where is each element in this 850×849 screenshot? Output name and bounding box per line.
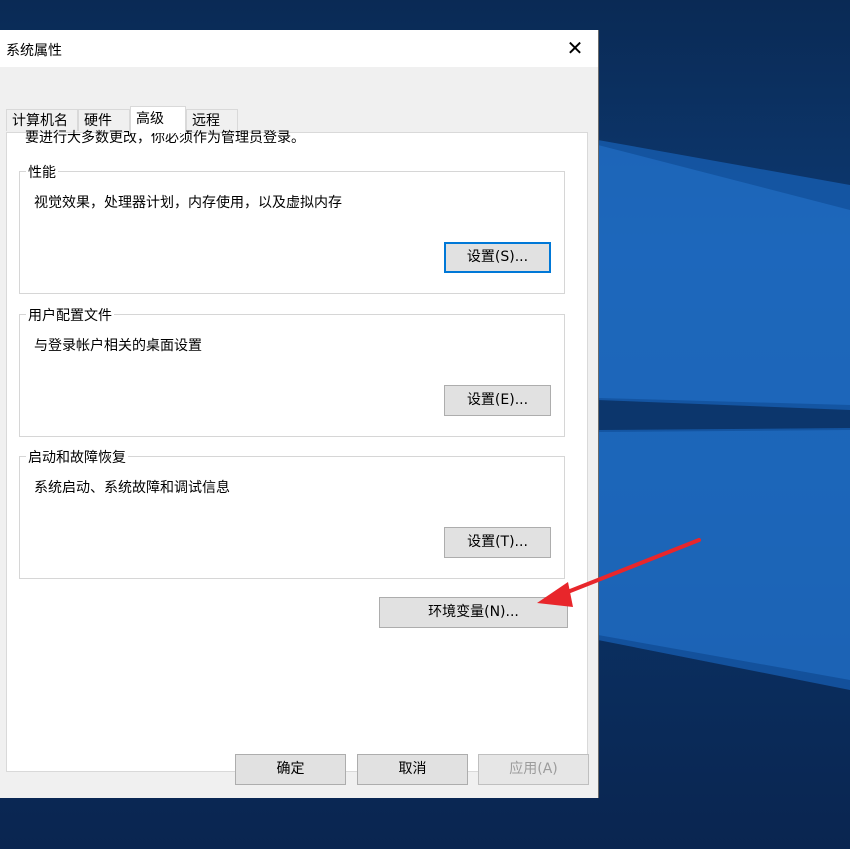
title-bar: 系统属性 ✕ — [0, 30, 598, 67]
close-icon[interactable]: ✕ — [552, 30, 598, 67]
startup-recovery-title: 启动和故障恢复 — [26, 447, 128, 467]
tab-strip: 计算机名 硬件 高级 远程 — [0, 67, 598, 133]
cancel-button[interactable]: 取消 — [357, 754, 468, 785]
window-title: 系统属性 — [6, 43, 62, 59]
user-profiles-title: 用户配置文件 — [26, 305, 114, 325]
apply-button[interactable]: 应用(A) — [478, 754, 589, 785]
environment-variables-button[interactable]: 环境变量(N)... — [379, 597, 568, 628]
user-profiles-group: 用户配置文件 与登录帐户相关的桌面设置 设置(E)... — [19, 305, 565, 437]
startup-recovery-group: 启动和故障恢复 系统启动、系统故障和调试信息 设置(T)... — [19, 447, 565, 579]
performance-settings-button[interactable]: 设置(S)... — [444, 242, 551, 273]
performance-desc: 视觉效果，处理器计划，内存使用，以及虚拟内存 — [34, 195, 342, 211]
ok-button[interactable]: 确定 — [235, 754, 346, 785]
tab-advanced[interactable]: 高级 — [130, 106, 186, 133]
user-profiles-settings-button[interactable]: 设置(E)... — [444, 385, 551, 416]
performance-group: 性能 视觉效果，处理器计划，内存使用，以及虚拟内存 设置(S)... — [19, 162, 565, 294]
system-properties-dialog: 系统属性 ✕ 计算机名 硬件 高级 远程 要进行大多数更改，你必须作为管理员登录… — [0, 30, 599, 798]
user-profiles-desc: 与登录帐户相关的桌面设置 — [34, 338, 202, 354]
startup-recovery-settings-button[interactable]: 设置(T)... — [444, 527, 551, 558]
startup-recovery-desc: 系统启动、系统故障和调试信息 — [34, 480, 230, 496]
performance-title: 性能 — [26, 162, 58, 182]
